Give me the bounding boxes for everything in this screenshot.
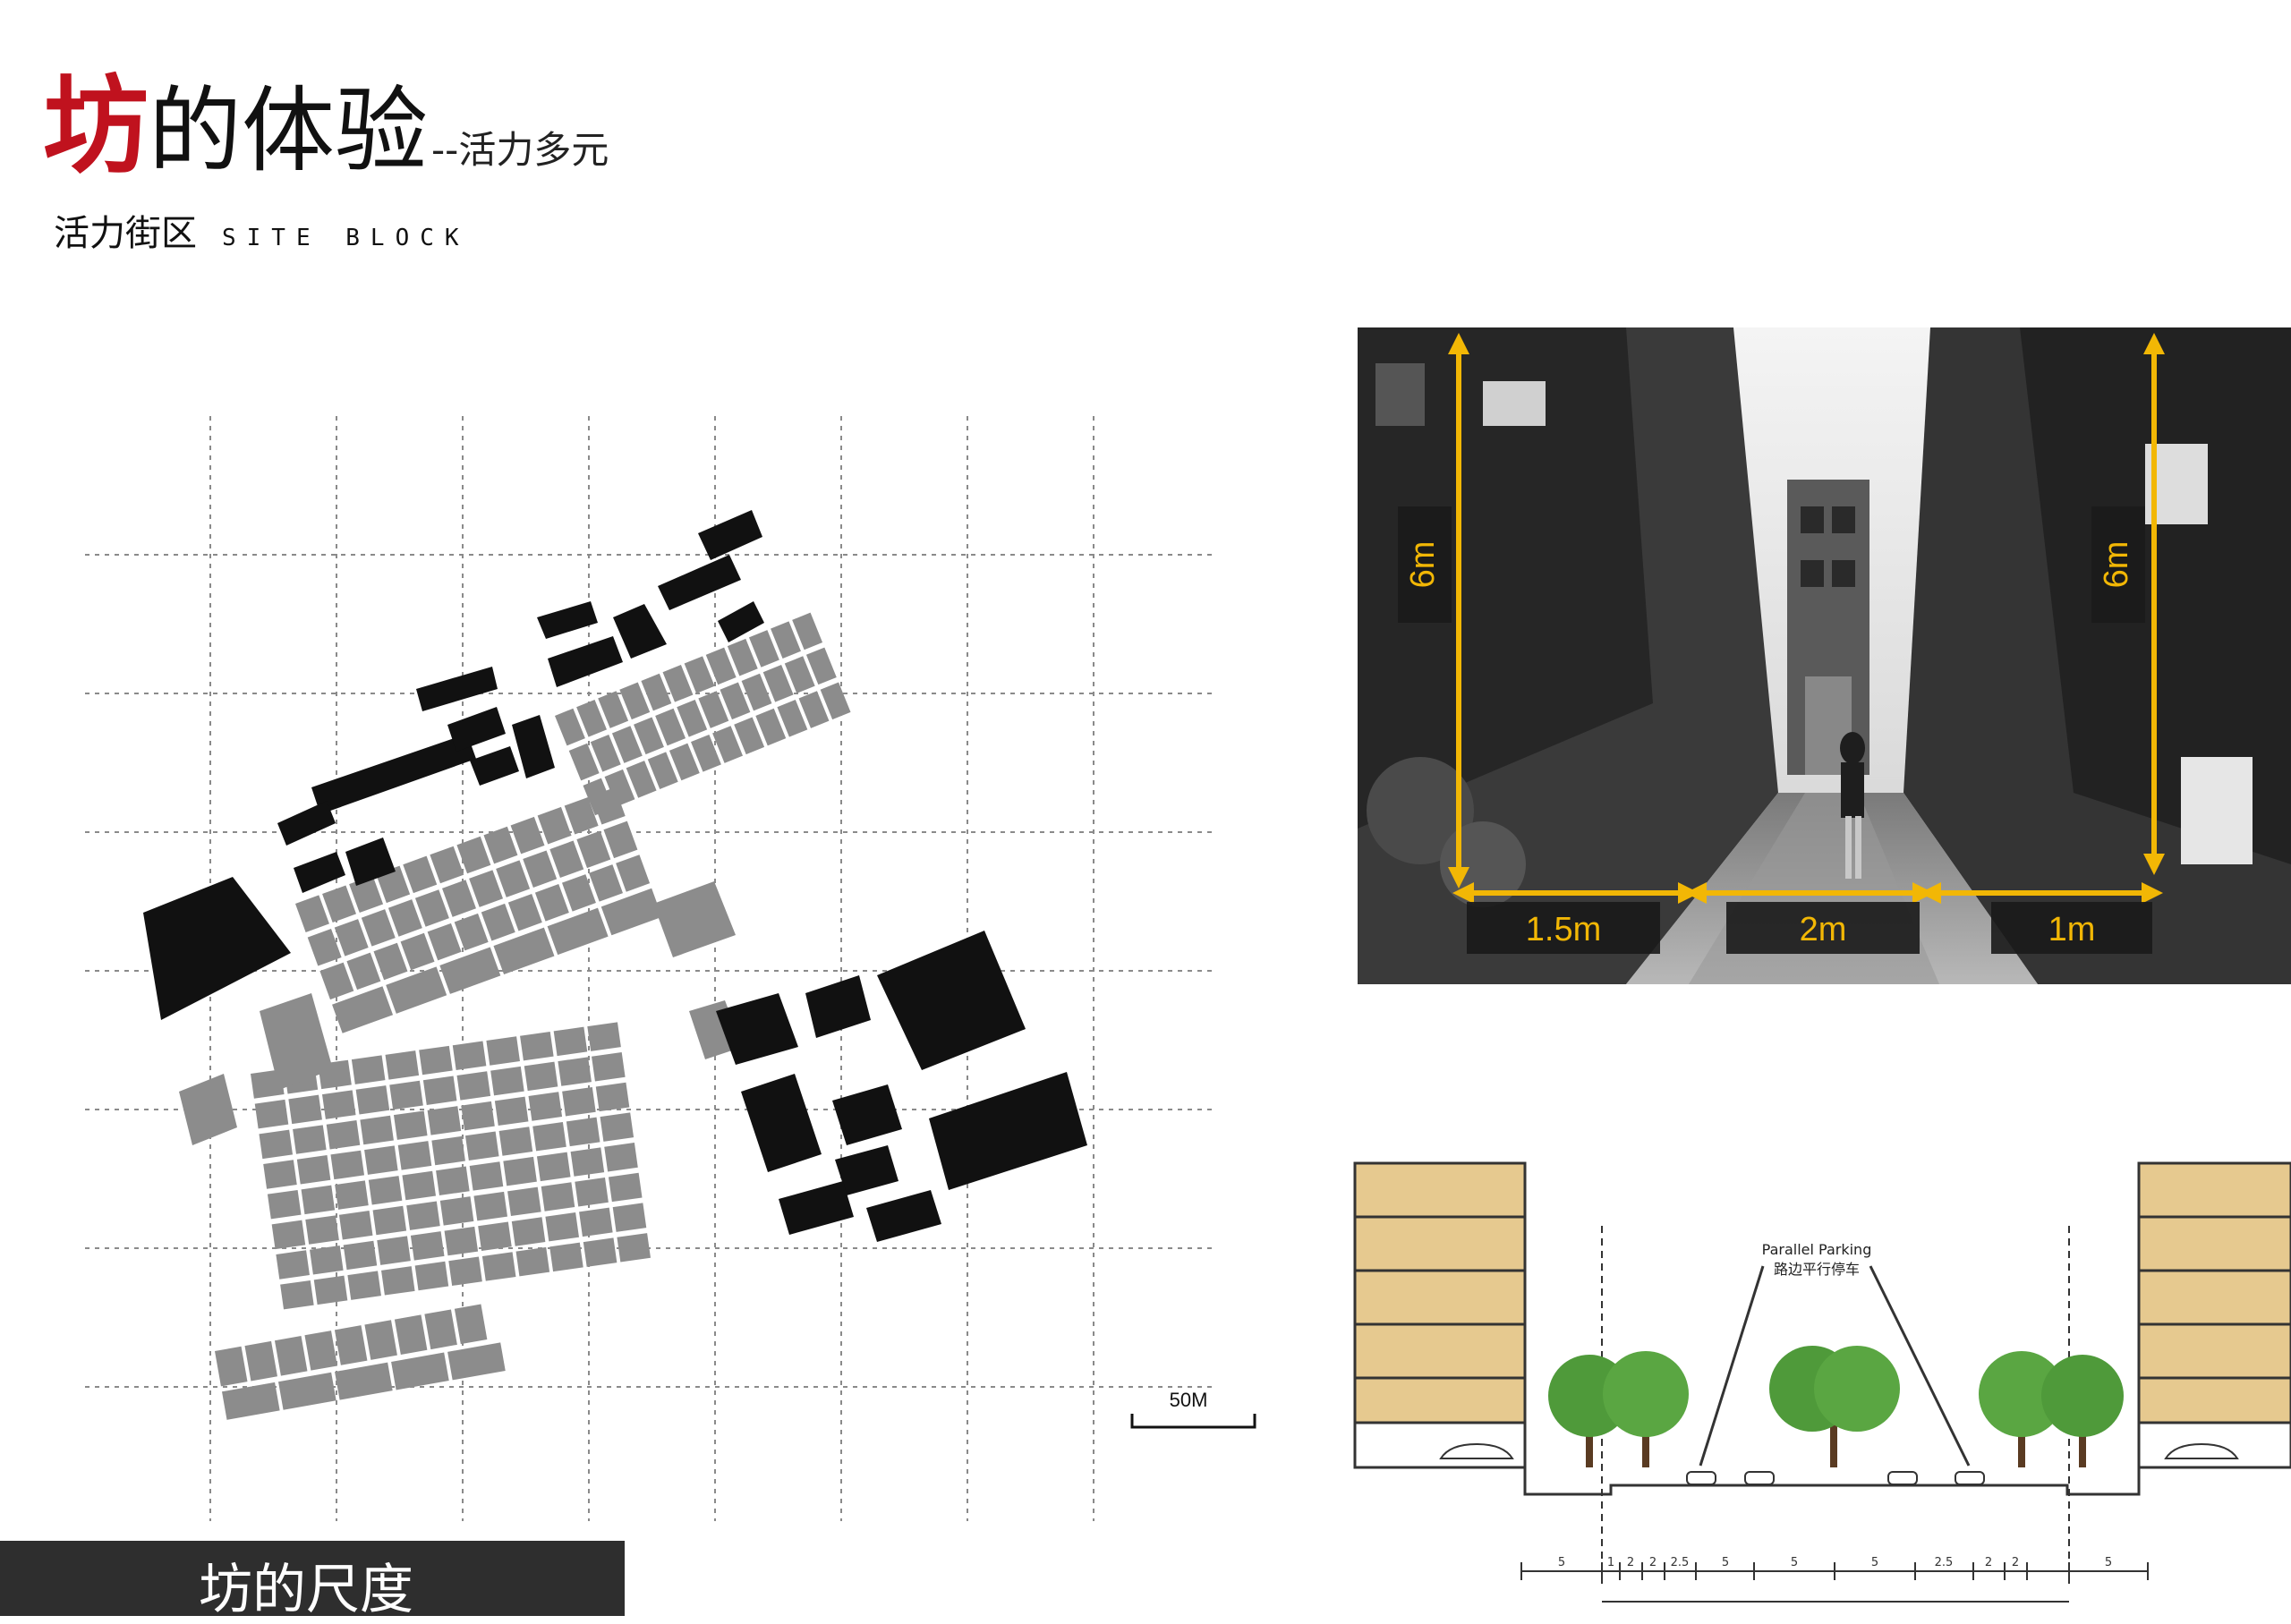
dim-label: 5: [1791, 1556, 1798, 1569]
parking-callout-en: Parallel Parking: [1762, 1241, 1872, 1258]
title-main: 的体验: [149, 76, 429, 185]
height-label-right: 6m: [2098, 541, 2135, 589]
scale-bar: 50M: [1130, 1389, 1256, 1429]
street-section-sketch: Parallel Parking 路边平行停车 5 1 2 2 2.5 5 5 …: [1342, 1154, 2291, 1616]
building-right: [2137, 1161, 2291, 1469]
parking-callout-cn: 路边平行停车: [1774, 1261, 1860, 1278]
building-left: [1353, 1161, 1527, 1469]
dim-label: 2.5: [1935, 1556, 1954, 1569]
page-subtitle: 活力街区 SITE BLOCK: [54, 204, 470, 256]
dimension-overlay: 6m 6m 1.5m 2m 1m: [1398, 333, 2165, 954]
height-label-left: 6m: [1404, 541, 1442, 589]
subtitle-cn: 活力街区: [54, 213, 197, 254]
scale-bar-label: 50M: [1170, 1389, 1208, 1411]
dim-label: 1: [1607, 1556, 1614, 1569]
width-label-1: 1.5m: [1526, 911, 1601, 948]
dim-label: 5: [1558, 1556, 1565, 1569]
title-sub: --活力多元: [431, 128, 609, 172]
title-highlight: 坊: [43, 64, 149, 188]
dim-label: 2: [1649, 1556, 1657, 1569]
dim-label: 2: [2012, 1556, 2019, 1569]
dim-label: 2.5: [1671, 1556, 1690, 1569]
street-trees: [1548, 1346, 2124, 1467]
dim-label: 2: [1985, 1556, 1992, 1569]
dim-label: 5: [2105, 1556, 2112, 1569]
dim-label: 2: [1627, 1556, 1634, 1569]
street-photo: 6m 6m 1.5m 2m 1m: [1358, 327, 2291, 984]
subtitle-en: SITE BLOCK: [222, 225, 470, 251]
site-plan-caption: 坊的尺度: [199, 1559, 413, 1621]
site-plan-figure-ground: 50M: [85, 416, 1256, 1521]
width-label-2: 2m: [1800, 911, 1847, 948]
width-label-3: 1m: [2048, 911, 2096, 948]
caption-bar: 坊的尺度: [0, 1541, 625, 1621]
dim-label: 5: [1871, 1556, 1878, 1569]
page-title: 坊的体验--活力多元: [43, 73, 609, 179]
dim-label: 5: [1722, 1556, 1729, 1569]
